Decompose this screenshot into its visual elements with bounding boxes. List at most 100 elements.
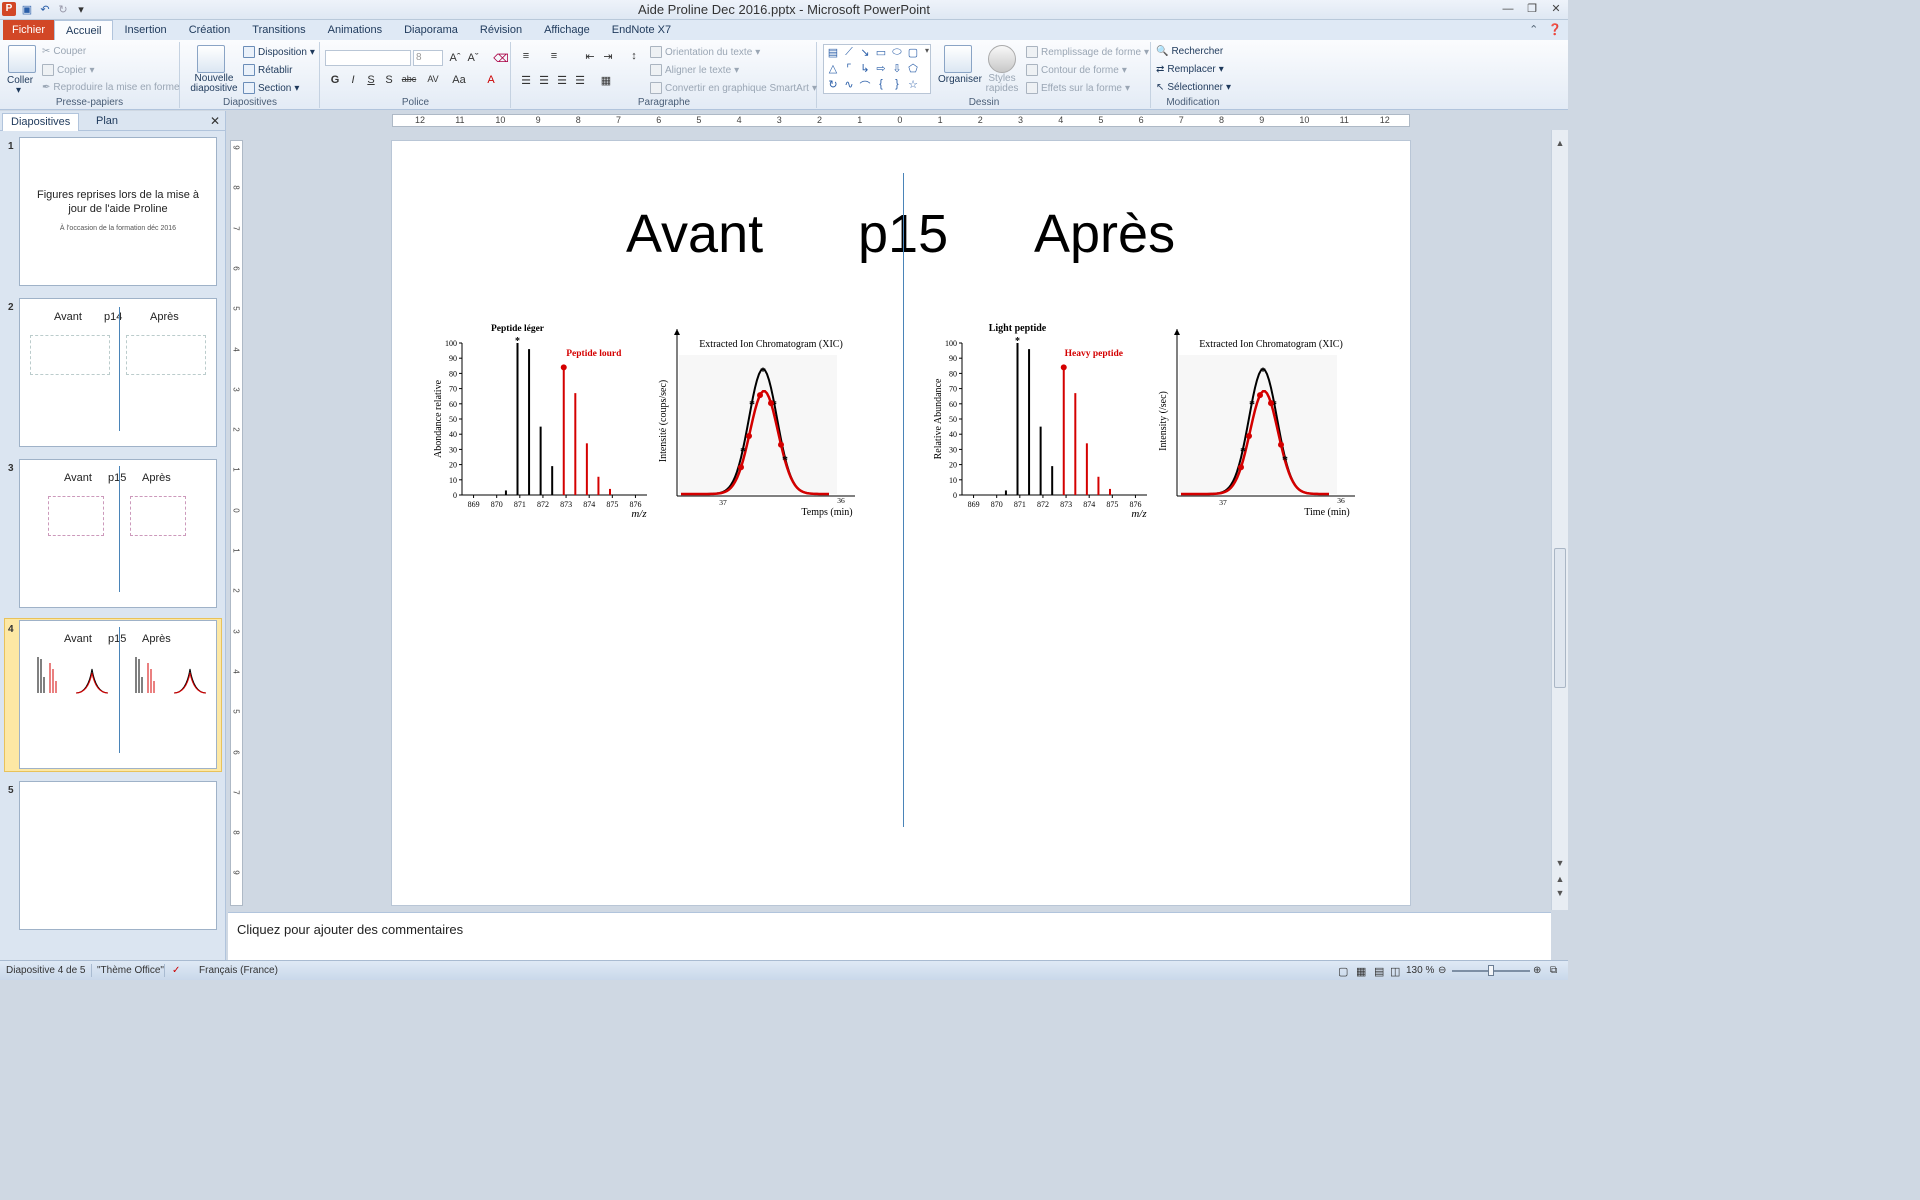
tab-diapositives[interactable]: Diapositives: [2, 113, 80, 131]
arrow-line-shape-icon[interactable]: ↘: [858, 46, 872, 59]
new-slide-icon[interactable]: [197, 45, 225, 73]
tab-fichier[interactable]: Fichier: [3, 20, 55, 40]
slide-thumbnail-1[interactable]: Figures reprises lors de la mise à jour …: [19, 137, 217, 286]
help-icon[interactable]: ❓: [1548, 23, 1562, 36]
minimize-ribbon-icon[interactable]: ⌃: [1529, 23, 1538, 36]
format-painter-button[interactable]: ✒ Reproduire la mise en forme: [42, 82, 180, 93]
slide-canvas[interactable]: Avant p15 Après 0 10 20 30 40 50 60 70 80 90 100 86…: [391, 140, 1411, 906]
next-slide-icon[interactable]: ▼: [1554, 888, 1566, 898]
tab-diaporama[interactable]: Diaporama: [393, 20, 469, 40]
arrange-button[interactable]: Organiser: [938, 74, 982, 85]
elbow-connector-icon[interactable]: ⌜: [842, 62, 856, 75]
paste-dropdown-icon[interactable]: ▾: [16, 85, 21, 96]
scrollbar-thumb[interactable]: [1554, 548, 1566, 688]
layout-button[interactable]: Disposition ▾: [243, 46, 315, 58]
numbering-icon[interactable]: ≡: [546, 50, 562, 62]
elbow-arrow-icon[interactable]: ↳: [858, 62, 872, 75]
down-arrow-shape-icon[interactable]: ⇩: [890, 62, 904, 75]
tab-animations[interactable]: Animations: [317, 20, 393, 40]
star-shape-icon[interactable]: ☆: [906, 78, 920, 91]
grow-font-icon[interactable]: Aˆ: [447, 52, 463, 64]
tab-insertion[interactable]: Insertion: [113, 20, 177, 40]
slide-thumbnail-4[interactable]: Avant p15 Après: [19, 620, 217, 769]
reset-button[interactable]: Rétablir: [243, 64, 292, 76]
oval-shape-icon[interactable]: ⬭: [890, 46, 904, 59]
bold-icon[interactable]: G: [327, 74, 343, 86]
tab-plan[interactable]: Plan: [88, 113, 126, 131]
change-case-icon[interactable]: Aa: [451, 74, 467, 86]
tab-creation[interactable]: Création: [178, 20, 242, 40]
slideshow-icon[interactable]: ◫: [1390, 965, 1400, 978]
smartart-button[interactable]: Convertir en graphique SmartArt ▾: [650, 82, 817, 94]
spellcheck-icon[interactable]: ✓: [172, 965, 180, 976]
justify-icon[interactable]: ☰: [572, 74, 588, 87]
slide-title-left[interactable]: Avant: [626, 203, 763, 265]
right-brace-icon[interactable]: }: [890, 78, 904, 90]
normal-view-icon[interactable]: ▢: [1338, 965, 1348, 978]
align-left-icon[interactable]: ☰: [518, 74, 534, 87]
bullets-icon[interactable]: ≡: [518, 50, 534, 62]
restore-icon[interactable]: ❐: [1520, 0, 1544, 18]
triangle-shape-icon[interactable]: △: [826, 62, 840, 75]
line-spacing-icon[interactable]: ↕: [626, 50, 642, 62]
scroll-down-icon[interactable]: ▼: [1554, 858, 1566, 868]
cut-button[interactable]: ✂ Couper: [42, 46, 86, 57]
rounded-rect-shape-icon[interactable]: ▢: [906, 46, 920, 59]
slide-thumbnail-2[interactable]: Avant p14 Après: [19, 298, 217, 447]
underline-icon[interactable]: S: [363, 74, 379, 86]
italic-icon[interactable]: I: [345, 74, 361, 86]
textbox-shape-icon[interactable]: ▤: [826, 46, 840, 59]
shadow-icon[interactable]: S: [381, 74, 397, 86]
replace-button[interactable]: ⇄ Remplacer ▾: [1156, 64, 1224, 75]
find-button[interactable]: 🔍 Rechercher: [1156, 46, 1223, 57]
xic-chart-en[interactable]: Extracted Ion Chromatogram (XIC)*****37 3…: [1157, 321, 1372, 521]
quick-styles-icon[interactable]: [988, 45, 1016, 73]
zoom-in-icon[interactable]: ⊕: [1533, 965, 1541, 976]
curve-arrow-icon[interactable]: ↻: [826, 78, 840, 91]
columns-icon[interactable]: ▦: [598, 74, 614, 87]
tab-endnote[interactable]: EndNote X7: [601, 20, 682, 40]
arc-icon[interactable]: ⌒: [858, 78, 872, 94]
pentagon-shape-icon[interactable]: ⬠: [906, 62, 920, 75]
gallery-more-icon[interactable]: ▾: [920, 46, 934, 55]
notes-placeholder[interactable]: Cliquez pour ajouter des commentaires: [237, 922, 463, 937]
char-spacing-icon[interactable]: AV: [425, 74, 441, 84]
slide-sorter-icon[interactable]: ▦: [1356, 965, 1366, 978]
shape-fill-button[interactable]: Remplissage de forme ▾: [1026, 46, 1149, 58]
language-indicator[interactable]: Français (France): [199, 965, 278, 976]
align-text-button[interactable]: Aligner le texte ▾: [650, 64, 739, 76]
minimize-icon[interactable]: —: [1496, 0, 1520, 18]
decrease-indent-icon[interactable]: ⇤: [582, 50, 598, 63]
left-brace-icon[interactable]: {: [874, 78, 888, 90]
increase-indent-icon[interactable]: ⇥: [600, 50, 616, 63]
quick-styles-button[interactable]: Styles rapides: [984, 74, 1020, 94]
font-size-combo[interactable]: 8: [413, 50, 443, 66]
tab-affichage[interactable]: Affichage: [533, 20, 601, 40]
shape-outline-button[interactable]: Contour de forme ▾: [1026, 64, 1127, 76]
arrange-icon[interactable]: [944, 45, 972, 73]
section-button[interactable]: Section ▾: [243, 82, 299, 94]
select-button[interactable]: ↖ Sélectionner ▾: [1156, 82, 1231, 93]
copy-button[interactable]: Copier ▾: [42, 64, 95, 76]
mass-spectrum-chart-en[interactable]: 0 10 20 30 40 50 60 70 80 90 100 869 870 871 872 873 874…: [932, 321, 1157, 521]
right-arrow-shape-icon[interactable]: ⇨: [874, 62, 888, 75]
font-name-combo[interactable]: [325, 50, 411, 66]
rectangle-shape-icon[interactable]: ▭: [874, 46, 888, 59]
text-direction-button[interactable]: Orientation du texte ▾: [650, 46, 760, 58]
fit-to-window-icon[interactable]: ⧉: [1550, 965, 1557, 976]
new-slide-button[interactable]: Nouvelle diapositive: [185, 74, 243, 94]
vertical-scrollbar[interactable]: ▲ ▼ ▲ ▼: [1551, 130, 1568, 910]
slide-thumbnail-5[interactable]: [19, 781, 217, 930]
align-right-icon[interactable]: ☰: [554, 74, 570, 87]
scroll-up-icon[interactable]: ▲: [1554, 138, 1566, 148]
tab-transitions[interactable]: Transitions: [241, 20, 316, 40]
tab-revision[interactable]: Révision: [469, 20, 533, 40]
strikethrough-icon[interactable]: abc: [401, 74, 417, 84]
font-color-icon[interactable]: A: [483, 74, 499, 86]
mass-spectrum-chart-fr[interactable]: 0 10 20 30 40 50 60 70 80 90 100 869 870 871 872 873 874…: [432, 321, 657, 521]
zoom-level[interactable]: 130 %: [1406, 965, 1434, 976]
zoom-slider-thumb[interactable]: [1488, 965, 1494, 976]
reading-view-icon[interactable]: ▤: [1374, 965, 1384, 978]
zoom-out-icon[interactable]: ⊖: [1438, 965, 1446, 976]
shapes-gallery[interactable]: ▤ ⟋ ↘ ▭ ⬭ ▢ △ ⌜ ↳ ⇨ ⇩ ⬠ ↻ ∿ ⌒ { } ☆ ▾: [823, 44, 931, 94]
